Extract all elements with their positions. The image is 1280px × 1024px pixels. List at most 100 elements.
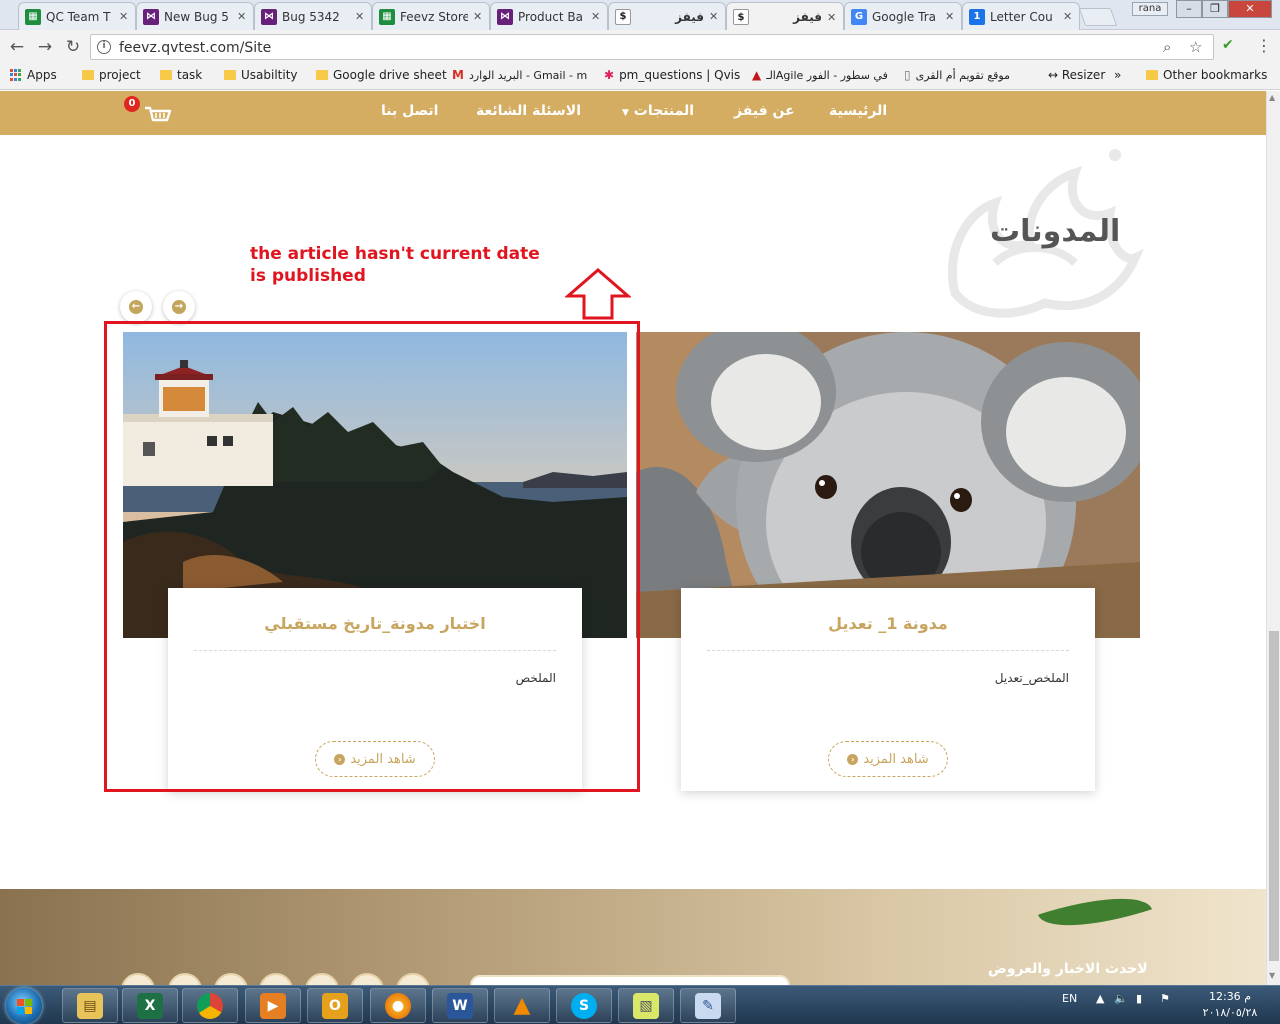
nav-home[interactable]: الرئيسية — [829, 103, 887, 119]
browser-tab-strip: ▦ QC Team T ✕ ⋈ New Bug 5 ✕ ⋈ Bug 5342 ✕… — [0, 0, 1280, 31]
close-icon[interactable]: ✕ — [473, 10, 483, 23]
word-icon[interactable]: W — [432, 988, 488, 1023]
back-icon[interactable]: ← — [6, 36, 28, 58]
windows-start-icon[interactable] — [6, 988, 42, 1024]
tab-google-translate[interactable]: G Google Tra ✕ — [844, 2, 962, 30]
scroll-down-icon[interactable]: ▼ — [1269, 971, 1275, 980]
bookmark-gmail[interactable]: M البريد الوارد - Gmail - m — [452, 68, 587, 82]
social-icon[interactable] — [214, 973, 248, 985]
forward-icon[interactable]: → — [34, 36, 56, 58]
social-icon[interactable] — [350, 973, 384, 985]
bookmark-star-icon[interactable]: ☆ — [1189, 38, 1202, 56]
close-icon[interactable]: ✕ — [237, 10, 247, 23]
bookmark-agile[interactable]: ▲ الـAgile في سطور - الفور — [752, 68, 888, 82]
reload-icon[interactable]: ↻ — [62, 36, 84, 58]
close-icon[interactable]: ✕ — [591, 10, 601, 23]
chrome-icon[interactable] — [182, 988, 238, 1023]
restore-button[interactable]: ❐ — [1202, 0, 1228, 18]
carousel-next-button[interactable]: → — [163, 291, 195, 323]
info-icon[interactable]: i — [97, 40, 111, 54]
system-clock[interactable]: 12:36 م ٢٠١٨/٠٥/٢٨ — [1196, 989, 1264, 1021]
nav-about[interactable]: عن فيفز — [734, 103, 795, 119]
tab-new-bug[interactable]: ⋈ New Bug 5 ✕ — [136, 2, 254, 30]
volume-icon[interactable]: 🔈 — [1114, 992, 1128, 1005]
network-icon[interactable]: ▮ — [1136, 992, 1142, 1005]
action-center-icon[interactable]: ⚑ — [1160, 992, 1170, 1005]
tab-title: QC Team T — [46, 9, 111, 24]
tab-title: فيفز — [793, 10, 822, 24]
vlc-icon[interactable]: ▲ — [494, 988, 550, 1023]
tab-title: Letter Cou — [990, 9, 1053, 24]
social-icon[interactable] — [121, 973, 155, 985]
read-more-label: شاهد المزيد — [863, 751, 929, 767]
close-icon[interactable]: ✕ — [827, 11, 837, 24]
scroll-thumb[interactable] — [1269, 631, 1279, 961]
page-scrollbar[interactable]: ▲ ▼ — [1266, 91, 1280, 985]
social-icon[interactable] — [168, 973, 202, 985]
carousel-prev-button[interactable]: ← — [120, 291, 152, 323]
apps-grid-icon — [10, 69, 22, 81]
tab-feevz-active[interactable]: $ فيفز ✕ — [726, 2, 844, 31]
read-more-button[interactable]: شاهد المزيد ‹ — [828, 741, 948, 777]
cart-icon[interactable] — [144, 104, 172, 124]
nav-faq[interactable]: الاسئلة الشائعة — [476, 103, 581, 119]
tab-feevz-store[interactable]: ▦ Feevz Store ✕ — [372, 2, 490, 30]
bookmark-drive[interactable]: Google drive sheet — [316, 68, 447, 82]
bookmark-label: Google drive sheet — [333, 68, 447, 82]
skype-icon[interactable]: S — [556, 988, 612, 1023]
close-icon[interactable]: ✕ — [119, 10, 129, 23]
url-text[interactable]: feevz.qvtest.com/Site — [119, 40, 271, 56]
windows-taskbar: ▤ X ▶ O ● W ▲ S ▧ ✎ EN ▲ 🔈 ▮ ⚑ 12:36 م ٢… — [0, 985, 1280, 1024]
language-indicator[interactable]: EN — [1062, 992, 1077, 1005]
media-player-icon[interactable]: ▶ — [245, 988, 301, 1023]
excel-icon[interactable]: X — [122, 988, 178, 1023]
nav-contact[interactable]: اتصل بنا — [381, 103, 438, 119]
profile-chip[interactable]: rana — [1132, 2, 1168, 16]
new-tab-button[interactable] — [1078, 8, 1118, 26]
bookmark-task[interactable]: task — [160, 68, 202, 82]
bookmark-other[interactable]: Other bookmarks — [1146, 68, 1267, 82]
address-bar[interactable]: i feevz.qvtest.com/Site ⌕ ☆ — [90, 34, 1214, 60]
nav-products[interactable]: ▼ المنتجات — [622, 103, 694, 119]
paint-icon[interactable]: ✎ — [680, 988, 736, 1023]
close-icon[interactable]: ✕ — [945, 10, 955, 23]
outlook-icon[interactable]: O — [307, 988, 363, 1023]
annotation-line-2: is published — [250, 266, 366, 286]
bookmarks-overflow[interactable]: » — [1114, 68, 1121, 82]
bookmark-label: الـAgile في سطور - الفور — [766, 68, 888, 82]
menu-icon[interactable]: ⋮ — [1256, 36, 1272, 55]
tab-bug-5342[interactable]: ⋈ Bug 5342 ✕ — [254, 2, 372, 30]
close-icon[interactable]: ✕ — [355, 10, 365, 23]
close-icon[interactable]: ✕ — [1063, 10, 1073, 23]
arrow-left-icon: ← — [129, 300, 143, 314]
social-icon[interactable] — [305, 973, 339, 985]
tab-feevz-1[interactable]: $ فيفز ✕ — [608, 2, 726, 30]
zoom-icon[interactable]: ⌕ — [1163, 38, 1171, 56]
tab-qc-team[interactable]: ▦ QC Team T ✕ — [18, 2, 136, 30]
newsletter-input[interactable] — [470, 975, 790, 985]
bookmark-apps[interactable]: Apps — [10, 68, 57, 82]
bookmark-resizer[interactable]: ↔ Resizer — [1048, 68, 1105, 82]
social-icon[interactable] — [259, 973, 293, 985]
close-icon[interactable]: ✕ — [709, 10, 719, 23]
scroll-up-icon[interactable]: ▲ — [1269, 93, 1275, 102]
close-window-button[interactable]: ✕ — [1228, 0, 1272, 18]
tray-up-icon[interactable]: ▲ — [1096, 992, 1104, 1005]
tab-product-backlog[interactable]: ⋈ Product Ba ✕ — [490, 2, 608, 30]
bookmark-usability[interactable]: Usabiltity — [224, 68, 298, 82]
bookmark-pm-questions[interactable]: ✱ pm_questions | Qvis — [604, 68, 740, 82]
folder-icon — [1146, 70, 1158, 80]
sticky-notes-icon[interactable]: ▧ — [618, 988, 674, 1023]
minimize-button[interactable]: – — [1176, 0, 1202, 18]
blog-card-title[interactable]: مدونة 1_ تعديل — [681, 614, 1095, 633]
slack-icon: ✱ — [604, 68, 615, 82]
file-explorer-icon[interactable]: ▤ — [62, 988, 118, 1023]
bookmark-project[interactable]: project — [82, 68, 141, 82]
bookmark-calendar[interactable]: ▯ موقع تقويم أم القرى — [904, 68, 1010, 82]
social-icon[interactable] — [396, 973, 430, 985]
tab-letter-count[interactable]: 1 Letter Cou ✕ — [962, 2, 1080, 30]
blog-card-edited[interactable]: مدونة 1_ تعديل الملخص_تعديل شاهد المزيد … — [681, 588, 1095, 791]
firefox-icon[interactable]: ● — [370, 988, 426, 1023]
extension-icon[interactable]: ✔ — [1222, 37, 1234, 53]
tab-title: Product Ba — [518, 9, 583, 24]
